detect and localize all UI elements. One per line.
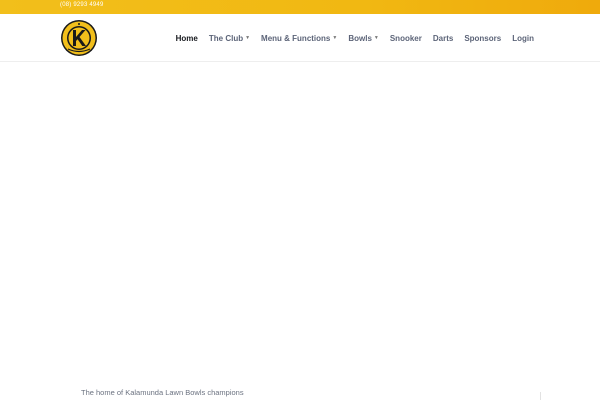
nav-home-label: Home (175, 33, 198, 43)
nav-sponsors[interactable]: Sponsors (464, 34, 501, 43)
top-bar: (08) 9293 4949 (0, 0, 600, 14)
nav-bowls[interactable]: Bowls ▼ (348, 34, 379, 43)
nav-darts-label: Darts (432, 33, 454, 43)
hero-tagline: The home of Kalamunda Lawn Bowls champio… (81, 388, 244, 397)
nav-snooker[interactable]: Snooker (390, 34, 422, 43)
caret-down-icon: ▼ (373, 35, 379, 41)
nav-login-label: Login (512, 33, 534, 43)
caret-down-icon: ▼ (245, 35, 251, 41)
nav-bowls-label: Bowls (348, 33, 372, 43)
divider (540, 392, 541, 400)
nav-menu-functions-label: Menu & Functions (261, 33, 331, 43)
nav-home[interactable]: Home (176, 34, 198, 43)
nav-login[interactable]: Login (512, 34, 534, 43)
main-navigation: Home The Club ▼ Menu & Functions ▼ Bowls… (176, 14, 534, 62)
nav-the-club[interactable]: The Club ▼ (209, 34, 250, 43)
nav-sponsors-label: Sponsors (464, 33, 502, 43)
phone-number-link[interactable]: (08) 9293 4949 (60, 2, 104, 8)
nav-the-club-label: The Club (208, 33, 244, 43)
kalamunda-club-crest-icon (61, 20, 97, 56)
site-header: Home The Club ▼ Menu & Functions ▼ Bowls… (0, 14, 600, 62)
hero-section (0, 62, 600, 382)
caret-down-icon: ▼ (332, 35, 338, 41)
nav-menu-functions[interactable]: Menu & Functions ▼ (261, 34, 337, 43)
club-logo-link[interactable] (60, 19, 98, 57)
nav-darts[interactable]: Darts (433, 34, 453, 43)
nav-snooker-label: Snooker (389, 33, 422, 43)
